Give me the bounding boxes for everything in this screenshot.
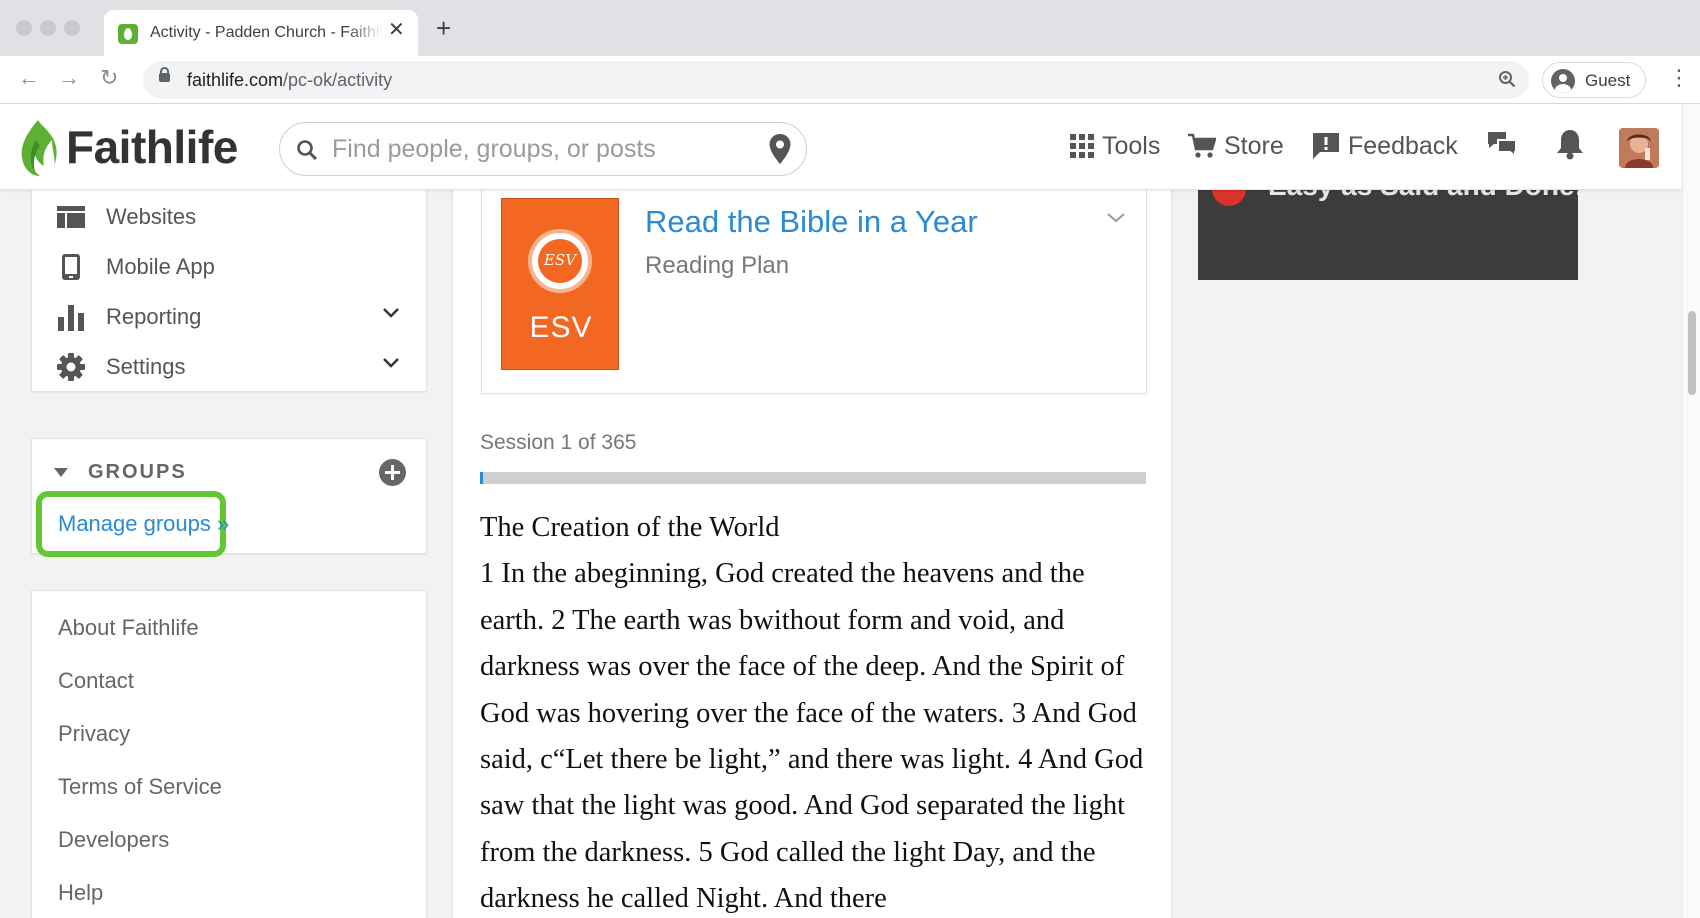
sidebar-item-label: Reporting xyxy=(106,304,202,329)
footer-link-contact[interactable]: Contact xyxy=(58,668,134,694)
user-photo-icon xyxy=(1619,128,1659,168)
church-nav-card: Websites Mobile App Reporting Settings xyxy=(31,190,427,392)
sidebar-item-label: Mobile App xyxy=(106,254,215,279)
feedback-link[interactable]: Feedback xyxy=(1312,126,1458,166)
user-avatar[interactable] xyxy=(1619,128,1659,168)
session-progress-fill xyxy=(480,472,483,484)
chevron-down-icon[interactable] xyxy=(1106,212,1126,224)
window-minimize-button[interactable] xyxy=(40,20,56,36)
sidebar-item-websites[interactable]: Websites xyxy=(56,197,416,237)
footer-link-privacy[interactable]: Privacy xyxy=(58,721,130,747)
flame-logo-icon xyxy=(21,120,57,176)
footer-links-card: About Faithlife Contact Privacy Terms of… xyxy=(31,590,427,918)
page-scrollbar[interactable] xyxy=(1682,104,1700,918)
window-close-button[interactable] xyxy=(16,20,32,36)
sidebar-item-mobile-app[interactable]: Mobile App xyxy=(56,247,416,287)
feedback-icon xyxy=(1313,133,1339,159)
chevron-down-icon[interactable] xyxy=(382,357,400,369)
store-label: Store xyxy=(1224,131,1284,160)
logo-text: Faithlife xyxy=(66,121,238,173)
browser-tab-active[interactable]: Activity - Padden Church - Faithlife ✕ xyxy=(104,10,418,56)
lock-icon xyxy=(159,67,170,82)
zoom-icon[interactable] xyxy=(1498,70,1516,88)
gear-icon xyxy=(57,353,85,381)
tools-label: Tools xyxy=(1102,131,1161,160)
sidebar-item-label: Settings xyxy=(106,354,186,379)
plan-title-link[interactable]: Read the Bible in a Year xyxy=(645,204,978,240)
scrollbar-thumb[interactable] xyxy=(1688,311,1696,395)
faithlife-logo[interactable]: Faithlife xyxy=(18,114,248,180)
groups-title: GROUPS xyxy=(88,461,187,483)
esv-cover-image[interactable]: ESV ESV xyxy=(501,198,619,370)
esv-cover-label: ESV xyxy=(529,311,593,344)
play-badge-icon xyxy=(1212,190,1246,206)
search-input[interactable] xyxy=(332,133,752,165)
search-box xyxy=(279,122,807,176)
new-tab-button[interactable]: + xyxy=(436,15,451,41)
groups-card: GROUPS Manage groups » xyxy=(31,438,427,557)
bar-chart-icon xyxy=(58,305,84,331)
grid-icon xyxy=(1070,134,1094,158)
window-zoom-button[interactable] xyxy=(64,20,80,36)
manage-groups-link[interactable]: Manage groups » xyxy=(58,511,229,537)
collapse-triangle-icon xyxy=(54,468,68,477)
browser-tab-bar: Activity - Padden Church - Faithlife ✕ + xyxy=(0,0,1700,56)
session-progress-bar xyxy=(480,472,1146,484)
footer-link-terms[interactable]: Terms of Service xyxy=(58,774,222,800)
footer-link-about[interactable]: About Faithlife xyxy=(58,615,199,641)
groups-toggle[interactable]: GROUPS xyxy=(54,461,187,484)
websites-icon xyxy=(57,206,85,228)
tools-menu[interactable]: Tools xyxy=(1070,126,1160,166)
store-link[interactable]: Store xyxy=(1188,126,1284,166)
faithlife-favicon-icon xyxy=(118,24,138,44)
video-thumbnail[interactable]: Easy as Said and Done! xyxy=(1198,190,1578,280)
shopping-cart-icon xyxy=(1188,133,1216,158)
notifications-bell-icon[interactable] xyxy=(1556,128,1584,160)
chevron-down-icon[interactable] xyxy=(382,307,400,319)
reload-icon[interactable]: ↻ xyxy=(100,66,118,90)
browser-menu-icon[interactable]: ⋮ xyxy=(1668,66,1690,90)
url-path: /pc-ok/activity xyxy=(283,70,393,90)
profile-button[interactable]: Guest xyxy=(1542,62,1646,98)
sidebar-item-reporting[interactable]: Reporting xyxy=(56,297,416,337)
back-arrow-icon[interactable]: ← xyxy=(18,66,40,90)
sidebar-item-settings[interactable]: Settings xyxy=(56,347,416,387)
reading-plan-card[interactable]: ESV ESV Read the Bible in a Year Reading… xyxy=(481,190,1147,394)
forward-arrow-icon[interactable]: → xyxy=(58,66,80,90)
mobile-icon xyxy=(62,254,80,280)
tab-close-icon[interactable]: ✕ xyxy=(388,20,405,40)
feedback-label: Feedback xyxy=(1348,131,1458,160)
footer-link-developers[interactable]: Developers xyxy=(58,827,169,853)
messages-icon[interactable] xyxy=(1486,128,1518,160)
browser-address-bar: ← → ↻ faithlife.com/pc-ok/activity xyxy=(0,56,1700,104)
sidebar-item-label: Websites xyxy=(106,204,197,229)
site-header: Faithlife Tools Store Feedback xyxy=(0,104,1682,190)
passage-text: 1 In the abeginning, God created the hea… xyxy=(480,558,1144,915)
page-body: Websites Mobile App Reporting Settings G… xyxy=(0,190,1682,918)
session-label: Session 1 of 365 xyxy=(480,431,637,454)
add-group-icon[interactable] xyxy=(379,459,406,486)
plan-subtitle: Reading Plan xyxy=(645,252,790,279)
url-field[interactable]: faithlife.com/pc-ok/activity xyxy=(143,61,1529,99)
reading-passage: The Creation of the World 1 In the abegi… xyxy=(480,505,1150,918)
location-pin-icon[interactable] xyxy=(768,133,792,165)
guest-avatar-icon xyxy=(1551,69,1575,93)
profile-label: Guest xyxy=(1585,71,1631,90)
manage-groups-highlight: Manage groups » xyxy=(36,491,229,557)
esv-seal-icon: ESV xyxy=(528,229,592,293)
url-host: faithlife.com xyxy=(187,70,284,90)
tab-title: Activity - Padden Church - Faithlife xyxy=(150,24,382,41)
search-icon[interactable] xyxy=(296,139,318,161)
passage-heading: The Creation of the World xyxy=(480,512,780,543)
footer-link-help[interactable]: Help xyxy=(58,880,103,906)
video-caption: Easy as Said and Done! xyxy=(1268,190,1578,202)
